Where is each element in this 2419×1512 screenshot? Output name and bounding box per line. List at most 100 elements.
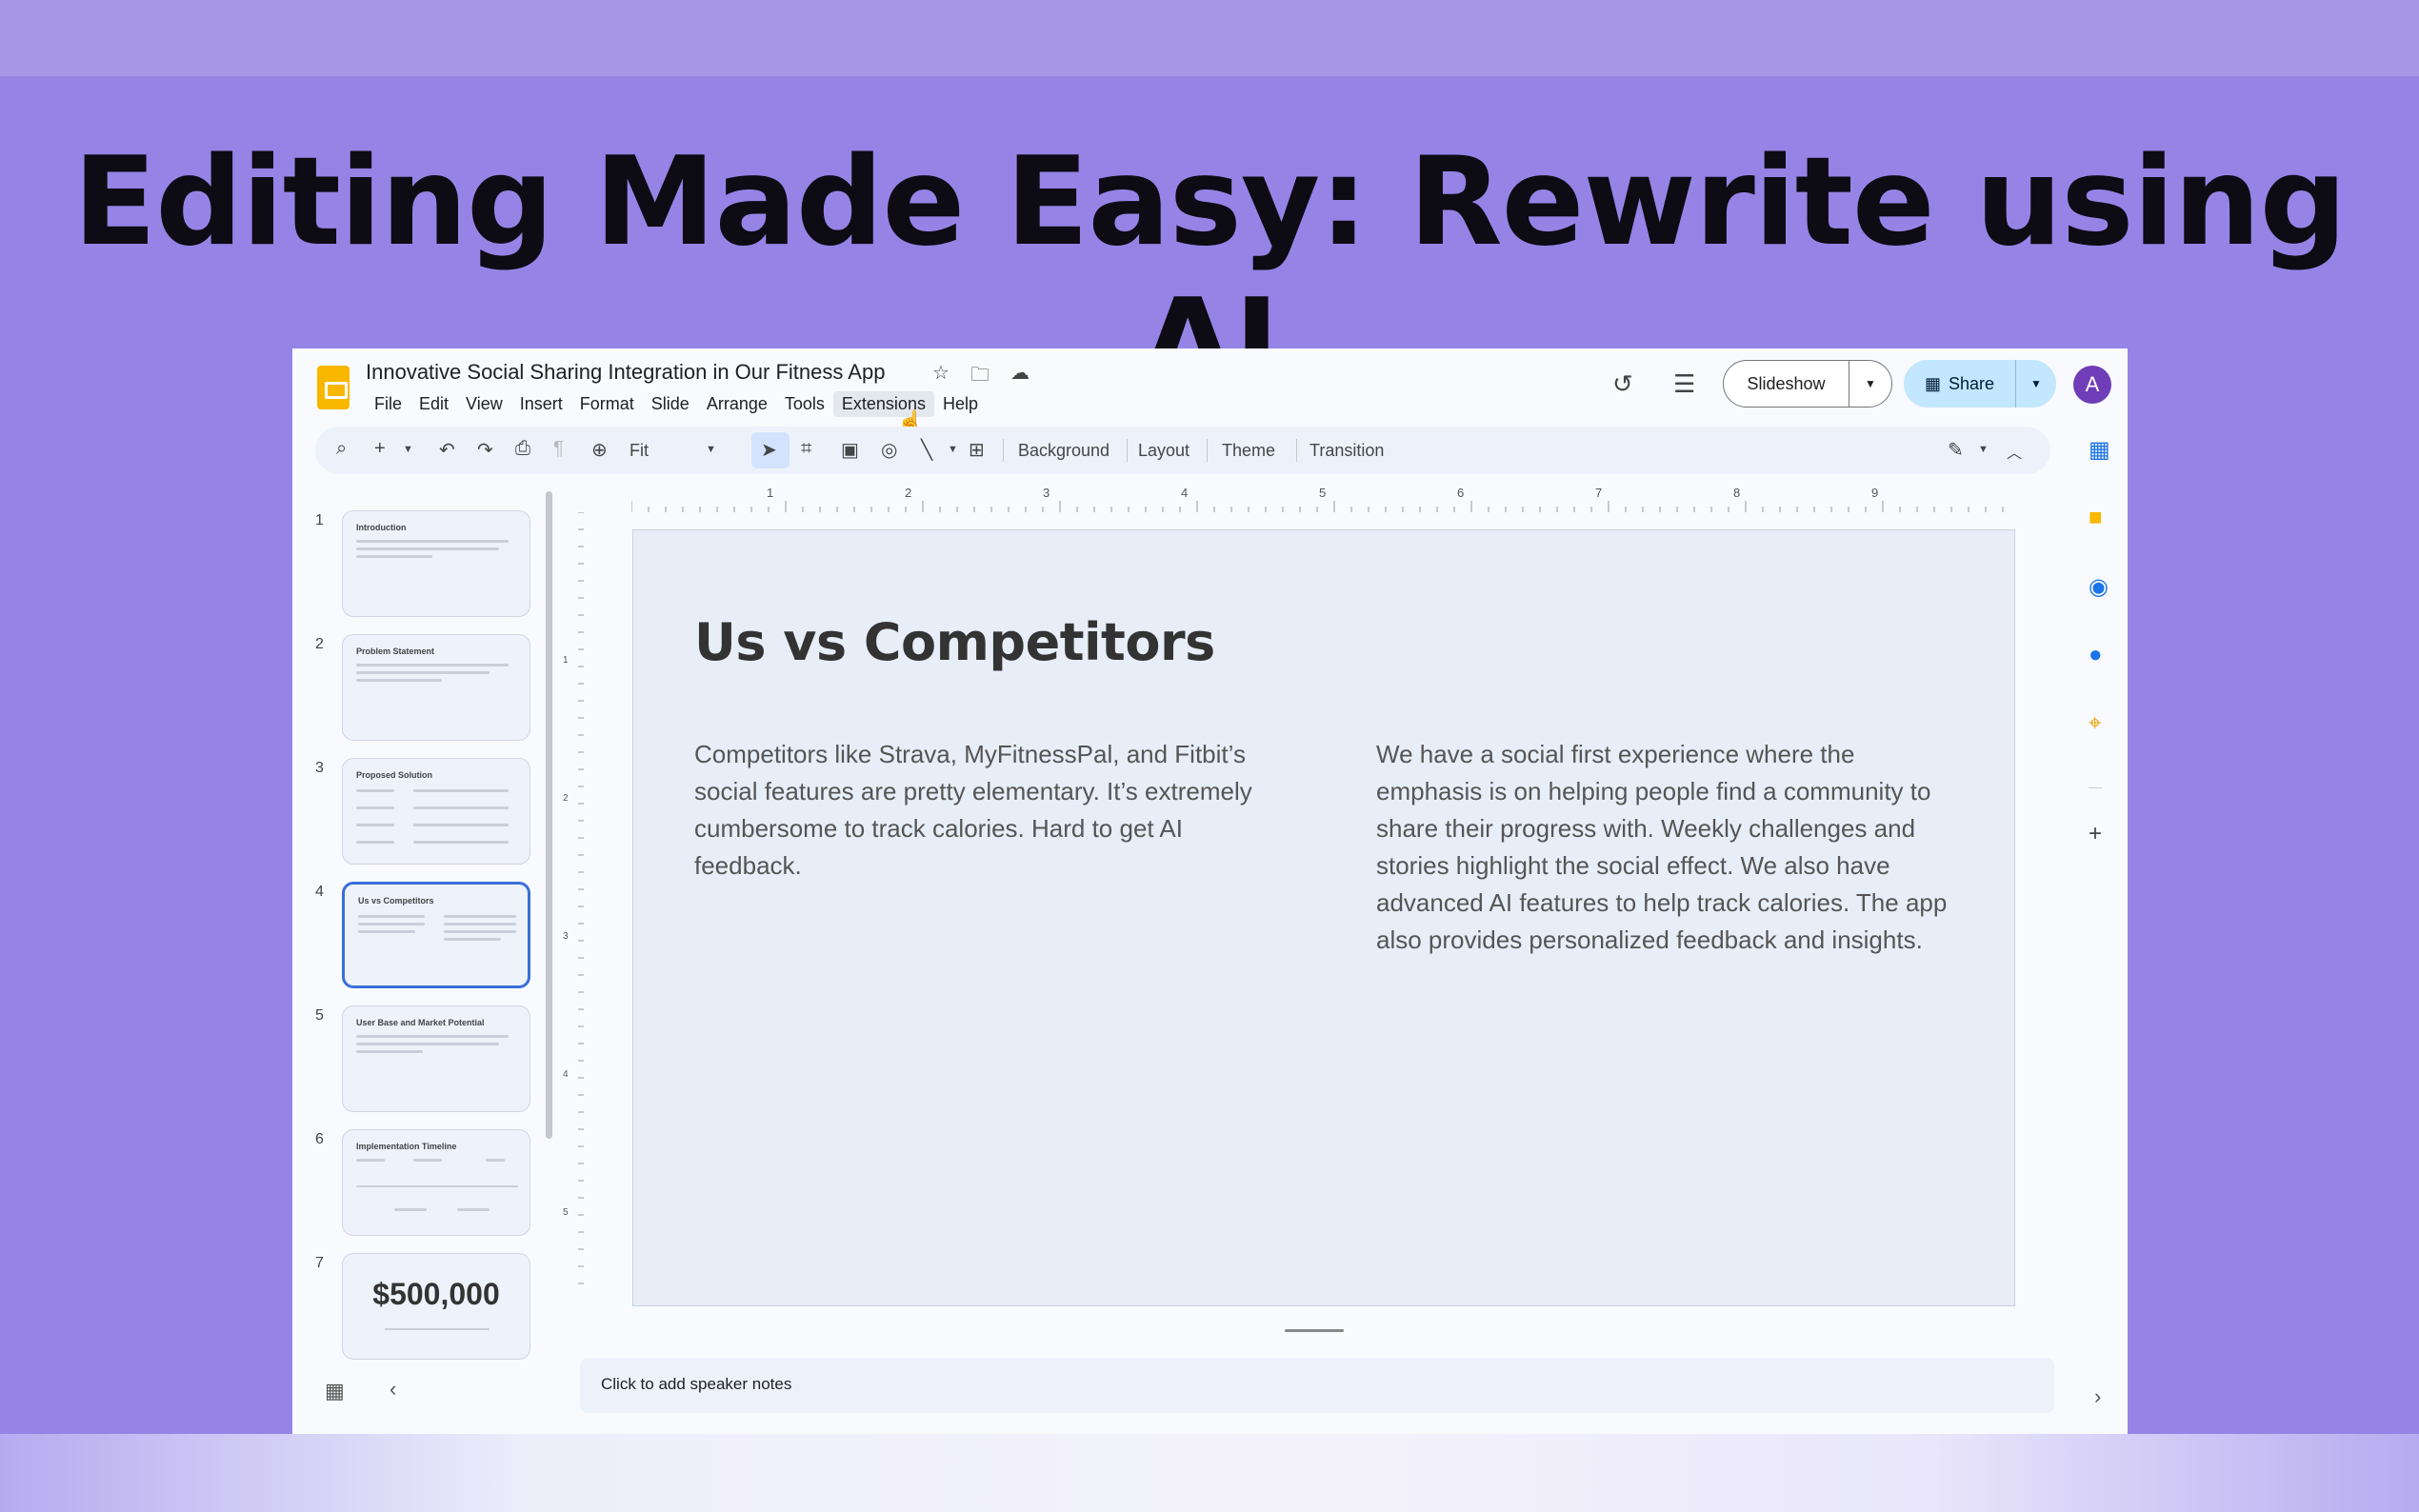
thumbnail-title: Problem Statement xyxy=(356,647,435,656)
slides-app-window: Innovative Social Sharing Integration in… xyxy=(292,348,2128,1434)
thumbnail-title: Implementation Timeline xyxy=(356,1142,457,1151)
text-box-icon[interactable]: ⌗ xyxy=(801,438,811,460)
slide-thumbnail[interactable]: Implementation Timeline xyxy=(342,1129,530,1236)
slide-thumbnail[interactable]: Problem Statement xyxy=(342,634,530,741)
slide-thumbnail[interactable]: $500,000 xyxy=(342,1253,530,1360)
notes-resize-handle[interactable] xyxy=(1285,1329,1344,1332)
menu-bar: File Edit View Insert Format Slide Arran… xyxy=(366,391,987,417)
line-icon[interactable]: ╲ xyxy=(921,438,932,462)
collapse-toolbar-icon[interactable]: ︿ xyxy=(2007,440,2022,463)
filmstrip-scrollbar[interactable] xyxy=(546,491,552,1139)
toolbar-divider xyxy=(1296,439,1297,462)
image-icon[interactable]: ▣ xyxy=(841,438,859,462)
select-arrow-icon[interactable]: ➤ xyxy=(761,438,777,462)
ruler-label: 1 xyxy=(767,486,774,500)
toolbar-divider xyxy=(1207,439,1208,462)
add-icon[interactable]: + xyxy=(2089,821,2102,847)
collapse-filmstrip-icon[interactable]: ‹ xyxy=(390,1377,396,1402)
ruler-label: 9 xyxy=(1871,486,1879,500)
pen-icon[interactable]: ✎ xyxy=(1948,438,1964,462)
slide-left-text[interactable]: Competitors like Strava, MyFitnessPal, a… xyxy=(694,736,1266,885)
keep-icon[interactable]: ■ xyxy=(2089,505,2103,531)
building-icon: ▦ xyxy=(1924,373,1941,393)
menu-file[interactable]: File xyxy=(366,391,410,417)
slide-right-text[interactable]: We have a social first experience where … xyxy=(1376,736,1967,959)
zoom-select[interactable]: Fit xyxy=(630,441,649,461)
undo-icon[interactable]: ↶ xyxy=(439,438,455,462)
ruler-label: 6 xyxy=(1457,486,1465,500)
slide-canvas[interactable]: Us vs Competitors Competitors like Strav… xyxy=(632,529,2015,1306)
slide-thumbnail[interactable]: Proposed Solution xyxy=(342,758,530,865)
background-button[interactable]: Background xyxy=(1018,441,1110,461)
document-title[interactable]: Innovative Social Sharing Integration in… xyxy=(366,360,885,385)
thumbnail-title: Introduction xyxy=(356,523,407,532)
thumbnail-title: Proposed Solution xyxy=(356,770,432,780)
zoom-dropdown-icon[interactable]: ▼ xyxy=(706,444,716,455)
slide-thumbnail[interactable]: Introduction xyxy=(342,510,530,617)
folder-move-icon[interactable]: 🗀 xyxy=(970,361,990,393)
toolbar-divider xyxy=(1127,439,1128,462)
ruler-label: 2 xyxy=(563,793,569,804)
slide-title[interactable]: Us vs Competitors xyxy=(694,612,1215,672)
star-icon[interactable]: ☆ xyxy=(932,361,950,393)
share-button[interactable]: ▦ Share xyxy=(1904,360,2016,408)
calendar-icon[interactable]: ▦ xyxy=(2089,436,2110,464)
toolbar: ⌕ + ▼ ↶ ↷ ⎙ ¶ ⊕ Fit ▼ ➤ ⌗ ▣ ◎ ╲ ▼ ⊞ Back… xyxy=(315,427,2050,474)
thumbnail-big-number: $500,000 xyxy=(372,1277,500,1311)
speaker-notes[interactable]: Click to add speaker notes xyxy=(580,1358,2054,1413)
ruler-label: 3 xyxy=(563,931,569,942)
transition-button[interactable]: Transition xyxy=(1309,441,1384,461)
slides-logo-icon[interactable] xyxy=(317,366,350,409)
ruler-label: 1 xyxy=(563,655,569,666)
slide-number: 4 xyxy=(315,884,324,900)
menu-slide[interactable]: Slide xyxy=(643,391,698,417)
theme-button[interactable]: Theme xyxy=(1222,441,1275,461)
ruler-label: 5 xyxy=(563,1207,569,1218)
avatar[interactable]: A xyxy=(2073,366,2111,404)
cloud-saved-icon[interactable]: ☁ xyxy=(1010,361,1030,393)
grid-view-icon[interactable]: ▦ xyxy=(325,1379,345,1403)
new-slide-icon[interactable]: + xyxy=(374,438,386,460)
share-button-group: ▦ Share ▼ xyxy=(1904,360,2056,408)
ruler-label: 8 xyxy=(1733,486,1741,500)
tasks-icon[interactable]: ◉ xyxy=(2089,573,2109,601)
slide-thumbnail-selected[interactable]: Us vs Competitors xyxy=(342,882,530,988)
ruler-label: 2 xyxy=(905,486,912,500)
print-icon[interactable]: ⎙ xyxy=(515,438,530,460)
menu-insert[interactable]: Insert xyxy=(511,391,571,417)
slide-thumbnail[interactable]: User Base and Market Potential xyxy=(342,1005,530,1112)
pen-dropdown-icon[interactable]: ▼ xyxy=(1978,444,1989,455)
menu-view[interactable]: View xyxy=(457,391,511,417)
slide-number: 7 xyxy=(315,1255,324,1271)
comment-add-icon[interactable]: ⊞ xyxy=(969,438,985,462)
expand-side-panel-icon[interactable]: › xyxy=(2094,1384,2101,1409)
slideshow-dropdown-icon[interactable]: ▼ xyxy=(1849,377,1891,390)
menu-help[interactable]: Help xyxy=(934,391,987,417)
slide-number: 3 xyxy=(315,760,324,776)
ruler-label: 4 xyxy=(563,1069,569,1080)
zoom-icon[interactable]: ⊕ xyxy=(591,438,608,462)
slideshow-button[interactable]: Slideshow xyxy=(1724,361,1849,407)
search-menus-icon[interactable]: ⌕ xyxy=(336,438,347,460)
shape-icon[interactable]: ◎ xyxy=(881,438,897,462)
line-dropdown-icon[interactable]: ▼ xyxy=(948,444,958,455)
slide-number: 6 xyxy=(315,1131,324,1147)
redo-icon[interactable]: ↷ xyxy=(477,438,493,462)
menu-format[interactable]: Format xyxy=(571,391,643,417)
title-icons: ☆ 🗀 ☁ xyxy=(932,361,1030,393)
new-slide-dropdown-icon[interactable]: ▼ xyxy=(403,444,413,455)
comments-icon[interactable]: ☰ xyxy=(1673,369,1695,399)
menu-tools[interactable]: Tools xyxy=(776,391,833,417)
ruler-label: 3 xyxy=(1043,486,1050,500)
contacts-icon[interactable]: ● xyxy=(2089,642,2103,668)
maps-icon[interactable]: ⌖ xyxy=(2089,710,2102,737)
version-history-icon[interactable]: ↺ xyxy=(1612,369,1633,399)
menu-edit[interactable]: Edit xyxy=(410,391,457,417)
menu-arrange[interactable]: Arrange xyxy=(698,391,776,417)
layout-button[interactable]: Layout xyxy=(1138,441,1190,461)
share-label: Share xyxy=(1948,373,1995,393)
thumbnail-title: Us vs Competitors xyxy=(358,896,434,905)
banner-top-band xyxy=(0,0,2419,76)
share-dropdown-icon[interactable]: ▼ xyxy=(2016,377,2056,390)
paint-format-icon[interactable]: ¶ xyxy=(553,438,564,460)
